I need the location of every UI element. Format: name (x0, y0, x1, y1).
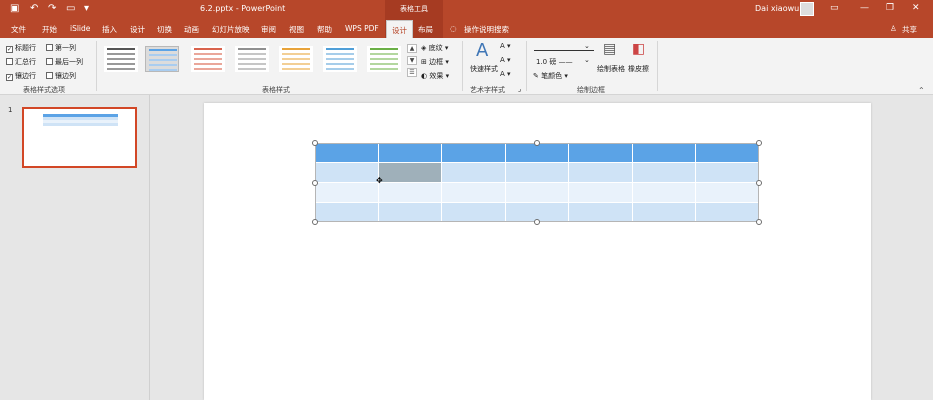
tell-me-search[interactable]: 操作说明搜索 (464, 24, 509, 35)
redo-icon[interactable]: ↷ (48, 3, 56, 15)
pen-icon: ✎ (533, 72, 542, 80)
text-fill-icon[interactable]: A ▾ (500, 42, 511, 50)
resize-handle[interactable] (534, 219, 540, 225)
close-icon[interactable]: ✕ (912, 3, 920, 13)
resize-handle[interactable] (312, 140, 318, 146)
customize-icon[interactable]: ▾ (84, 3, 89, 15)
group-label-table-styles: 表格样式 (262, 86, 290, 94)
draw-table-button[interactable]: 绘制表格 (597, 64, 625, 74)
tab-table-layout[interactable]: 布局 (418, 24, 433, 35)
table-style-swatch[interactable] (235, 46, 269, 72)
slide-number: 1 (8, 106, 13, 114)
undo-icon[interactable]: ↶ (30, 3, 38, 15)
tab-wps-pdf[interactable]: WPS PDF (345, 24, 379, 33)
tab-home[interactable]: 开始 (42, 24, 57, 35)
table-style-swatch[interactable] (323, 46, 357, 72)
header-row-checkbox[interactable]: ✓ 标题行 (6, 43, 36, 53)
slide-thumbnail-panel: 1 (0, 95, 150, 400)
pen-color-button[interactable]: ✎ 笔颜色 ▾ (533, 71, 568, 81)
tab-design[interactable]: 设计 (130, 24, 145, 35)
pen-weight-dropdown[interactable]: 1.0 磅 —— (536, 57, 573, 67)
tab-insert[interactable]: 插入 (102, 24, 117, 35)
wordart-a-icon[interactable]: A (476, 40, 488, 61)
effects-button[interactable]: ◐ 效果 ▾ (421, 71, 449, 81)
resize-handle[interactable] (312, 180, 318, 186)
start-presentation-icon[interactable]: ▭ (66, 3, 75, 15)
group-label-wordart: 艺术字样式 (470, 86, 505, 94)
table-style-swatch[interactable] (279, 46, 313, 72)
user-icon: ♙ (890, 24, 897, 33)
border-icon: ⊞ (421, 58, 430, 66)
context-title: 表格工具 (400, 5, 428, 13)
text-outline-icon[interactable]: A ▾ (500, 56, 511, 64)
tab-file[interactable]: 文件 (11, 24, 26, 35)
tab-review[interactable]: 审阅 (261, 24, 276, 35)
table-style-swatch[interactable] (104, 46, 138, 72)
minimize-icon[interactable]: — (860, 3, 869, 13)
gallery-more-icon[interactable]: ☰ (407, 68, 417, 77)
banded-rows-checkbox[interactable]: ✓ 镶边行 (6, 71, 36, 81)
share-button[interactable]: 共享 (902, 24, 917, 35)
restore-icon[interactable]: ❐ (886, 3, 894, 13)
gallery-scroll-up-icon[interactable]: ▲ (407, 44, 417, 53)
tab-animations[interactable]: 动画 (184, 24, 199, 35)
quick-styles-button[interactable]: 快速样式 (470, 64, 498, 74)
save-icon[interactable]: ▣ (10, 3, 19, 15)
draw-table-icon[interactable]: ▤ (603, 41, 616, 57)
slide-thumbnail[interactable] (22, 107, 137, 168)
tab-slideshow[interactable]: 幻灯片放映 (212, 24, 250, 35)
lightbulb-icon: ◌ (450, 24, 457, 33)
eraser-button[interactable]: 橡皮擦 (628, 64, 649, 74)
paint-bucket-icon: ◈ (421, 44, 429, 52)
resize-handle[interactable] (756, 219, 762, 225)
document-title: 6.2.pptx - PowerPoint (200, 4, 286, 13)
tab-table-design[interactable]: 设计 (386, 20, 413, 38)
checkmark-icon: ✓ (6, 74, 13, 81)
chevron-down-icon[interactable]: ⌄ (584, 42, 590, 50)
first-column-checkbox[interactable]: 第一列 (46, 43, 76, 53)
last-column-checkbox[interactable]: 最后一列 (46, 57, 83, 67)
gallery-scroll-down-icon[interactable]: ▼ (407, 56, 417, 65)
banded-columns-checkbox[interactable]: 镶边列 (46, 71, 76, 81)
chevron-down-icon[interactable]: ⌄ (584, 56, 590, 64)
resize-handle[interactable] (312, 219, 318, 225)
ribbon: ✓ 标题行 第一列 汇总行 最后一列 ✓ 镶边行 镶边列 表格样式选项 ▲ ▼ ☰ … (0, 38, 933, 95)
tab-islide[interactable]: iSlide (70, 24, 90, 33)
title-bar: ▣ ↶ ↷ ▭ ▾ 6.2.pptx - PowerPoint Dai xiao… (0, 0, 933, 19)
collapse-ribbon-icon[interactable]: ⌃ (918, 86, 925, 95)
shading-button[interactable]: ◈ 底纹 ▾ (421, 43, 448, 53)
avatar[interactable] (800, 2, 814, 16)
resize-handle[interactable] (756, 140, 762, 146)
tab-view[interactable]: 视图 (289, 24, 304, 35)
border-button[interactable]: ⊞ 边框 ▾ (421, 57, 449, 67)
eraser-icon[interactable]: ◧ (632, 41, 645, 57)
tab-help[interactable]: 帮助 (317, 24, 332, 35)
table-style-swatch[interactable] (191, 46, 225, 72)
mouse-cursor-icon: ✥ (376, 176, 383, 185)
user-name[interactable]: Dai xiaowu (755, 4, 799, 13)
ribbon-display-icon[interactable]: ▭ (830, 3, 839, 13)
tab-transitions[interactable]: 切换 (157, 24, 172, 35)
checkmark-icon: ✓ (6, 46, 13, 53)
table-style-swatch-selected[interactable] (145, 46, 179, 72)
dialog-launcher-icon[interactable]: ⌟ (518, 85, 521, 93)
resize-handle[interactable] (756, 180, 762, 186)
resize-handle[interactable] (534, 140, 540, 146)
text-effects-icon[interactable]: A ▾ (500, 70, 511, 78)
group-label-style-options: 表格样式选项 (23, 86, 65, 94)
total-row-checkbox[interactable]: 汇总行 (6, 57, 36, 67)
group-label-draw-borders: 绘制边框 (577, 86, 605, 94)
table-style-swatch[interactable] (367, 46, 401, 72)
